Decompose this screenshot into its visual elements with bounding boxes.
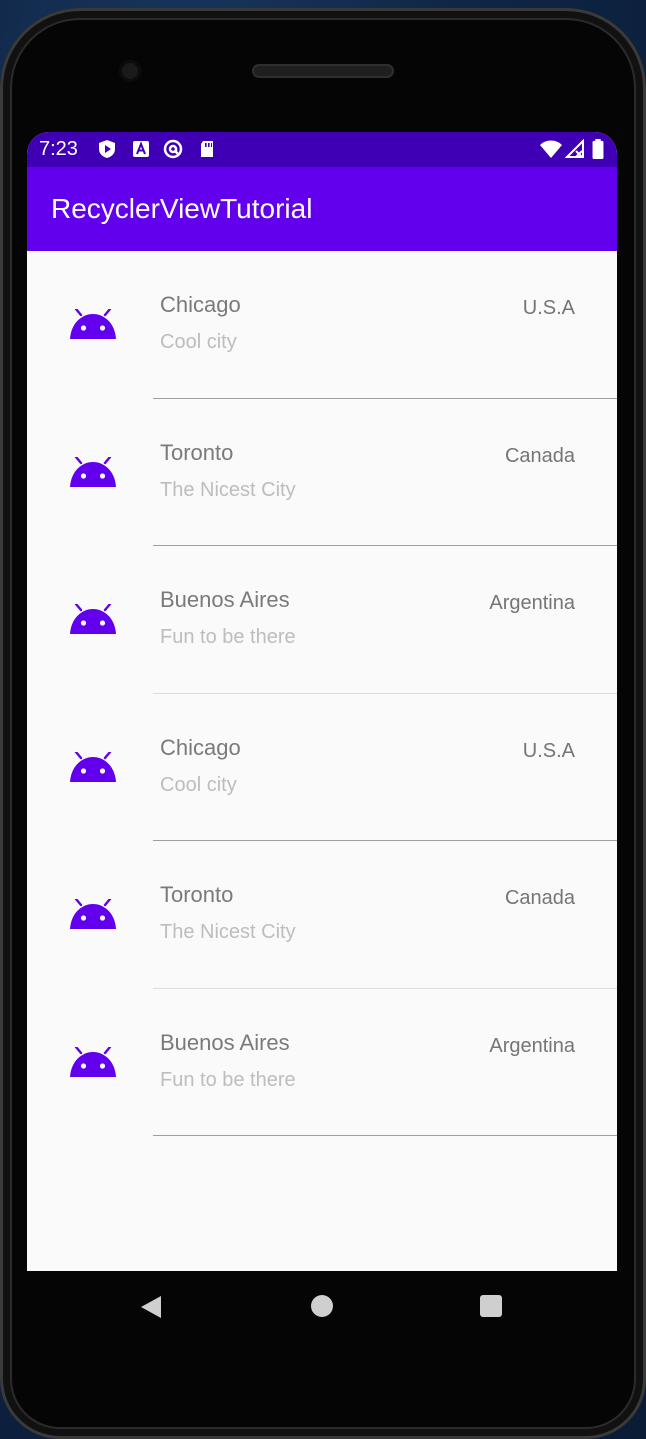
city-description: Cool city bbox=[160, 331, 237, 353]
city-description: Fun to be there bbox=[160, 626, 296, 648]
country-name: Canada bbox=[504, 444, 575, 467]
home-icon[interactable] bbox=[311, 1295, 333, 1317]
android-icon bbox=[70, 899, 116, 929]
wifi-icon bbox=[540, 140, 562, 158]
android-icon bbox=[70, 456, 116, 487]
city-description: The Nicest City bbox=[160, 478, 296, 501]
city-name: Buenos Aires bbox=[160, 1029, 290, 1055]
android-icon bbox=[70, 309, 116, 339]
status-bar: 7:23 bbox=[27, 132, 617, 167]
divider bbox=[153, 1135, 617, 1136]
city-name: Toronto bbox=[160, 882, 234, 907]
sdcard-icon bbox=[201, 141, 213, 157]
city-description: Fun to be there bbox=[160, 1068, 296, 1091]
city-name: Chicago bbox=[160, 292, 241, 317]
list-item[interactable]: Chicago Cool city U.S.A bbox=[27, 694, 617, 841]
country-name: Canada bbox=[504, 887, 575, 909]
city-list[interactable]: Chicago Cool city U.S.A Toronto The Nice… bbox=[27, 251, 617, 1136]
list-item[interactable]: Toronto The Nicest City Canada bbox=[27, 399, 617, 546]
country-name: Argentina bbox=[489, 1034, 575, 1057]
country-name: Argentina bbox=[489, 592, 575, 614]
country-name: U.S.A bbox=[522, 739, 575, 762]
screen: 7:23 RecyclerViewTutorial Chicago Cool c… bbox=[27, 132, 617, 1271]
app-bar: RecyclerViewTutorial bbox=[27, 167, 617, 251]
country-name: U.S.A bbox=[522, 297, 575, 319]
back-icon[interactable] bbox=[139, 1295, 163, 1319]
android-icon bbox=[70, 1046, 116, 1077]
city-name: Buenos Aires bbox=[160, 587, 290, 612]
earpiece-speaker bbox=[252, 64, 394, 78]
list-item[interactable]: Toronto The Nicest City Canada bbox=[27, 841, 617, 989]
phone-frame: 7:23 RecyclerViewTutorial Chicago Cool c… bbox=[0, 8, 646, 1439]
status-time: 7:23 bbox=[39, 138, 78, 160]
android-icon bbox=[70, 604, 116, 634]
list-item[interactable]: Buenos Aires Fun to be there Argentina bbox=[27, 546, 617, 694]
shield-icon bbox=[99, 140, 115, 158]
city-name: Toronto bbox=[160, 439, 234, 465]
city-description: The Nicest City bbox=[160, 921, 296, 943]
a-icon bbox=[133, 141, 149, 157]
list-item[interactable]: Buenos Aires Fun to be there Argentina bbox=[27, 989, 617, 1136]
navigation-bar bbox=[0, 1271, 646, 1343]
app-title: RecyclerViewTutorial bbox=[51, 193, 313, 224]
android-icon bbox=[70, 751, 116, 782]
at-icon bbox=[163, 139, 183, 159]
recents-icon[interactable] bbox=[480, 1295, 502, 1317]
signal-icon bbox=[565, 139, 584, 158]
front-camera bbox=[119, 60, 141, 82]
city-name: Chicago bbox=[160, 734, 241, 760]
list-item[interactable]: Chicago Cool city U.S.A bbox=[27, 251, 617, 399]
city-description: Cool city bbox=[160, 773, 237, 796]
battery-icon bbox=[592, 139, 604, 159]
